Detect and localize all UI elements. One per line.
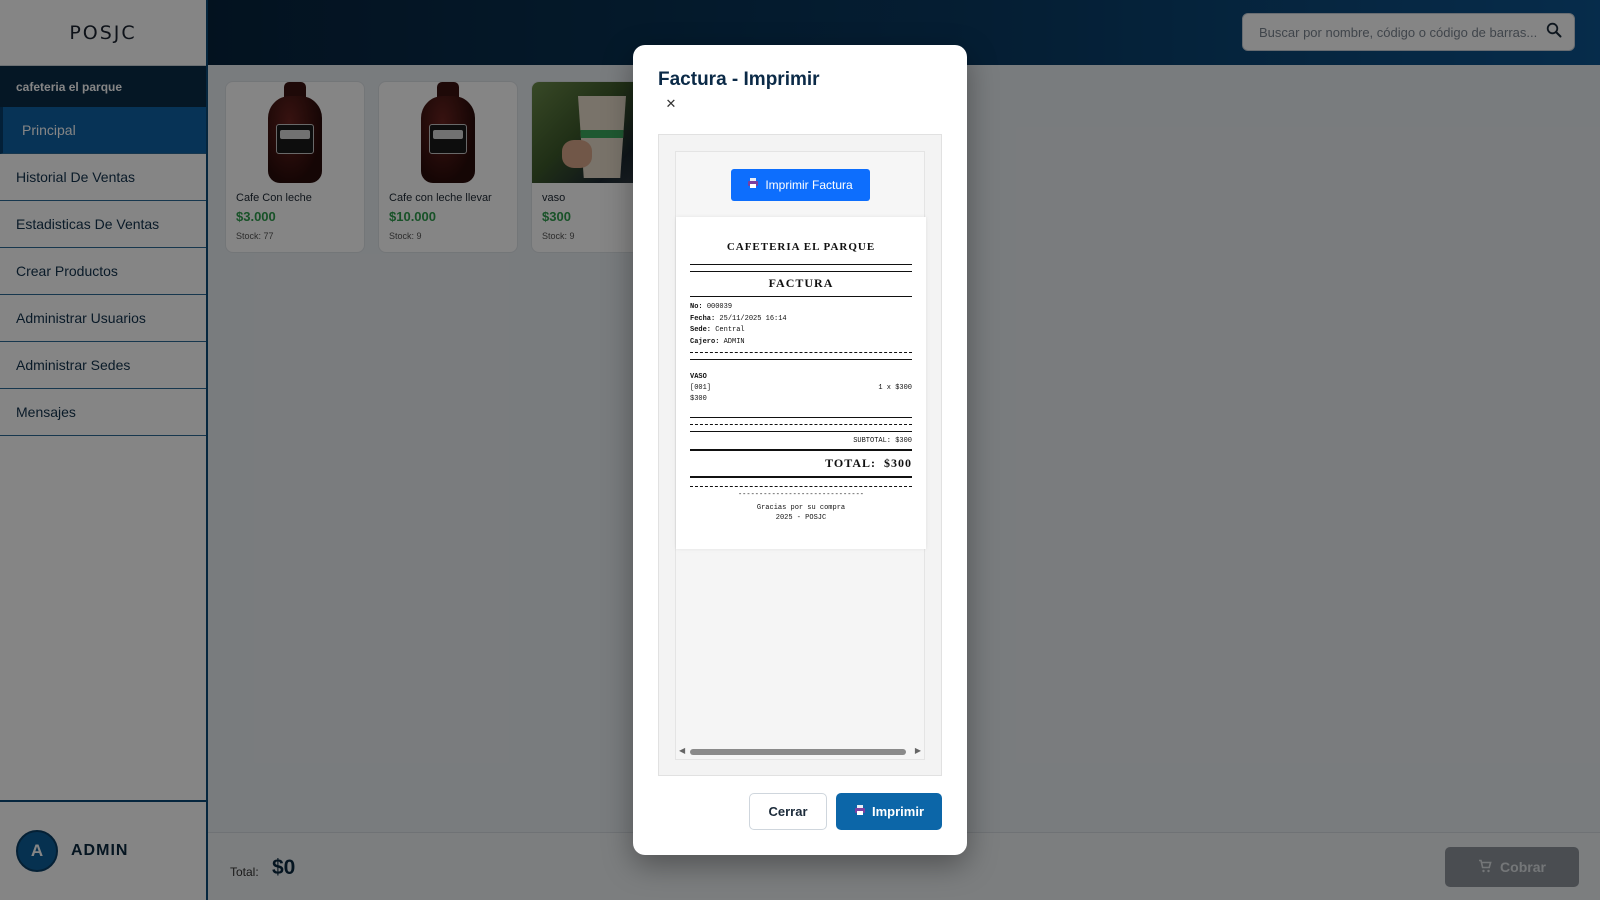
print-label: Imprimir	[871, 804, 924, 819]
invoice-frame[interactable]: Imprimir Factura CAFETERIA EL PARQUE FAC…	[675, 151, 926, 760]
print-invoice-label: Imprimir Factura	[765, 177, 853, 192]
scroll-right-icon[interactable]: ▶	[915, 746, 921, 755]
item-code: [001]	[690, 384, 712, 392]
printer-icon	[854, 804, 866, 819]
close-button[interactable]: Cerrar	[749, 793, 827, 830]
receipt-doc-type: FACTURA	[768, 276, 834, 290]
invoice-preview: Imprimir Factura CAFETERIA EL PARQUE FAC…	[658, 134, 942, 776]
divider	[690, 476, 912, 478]
print-invoice-modal: Factura - Imprimir ✕ Imprimir Factura CA…	[633, 45, 967, 855]
horizontal-scrollbar[interactable]: ◀ ▶	[676, 745, 924, 759]
receipt-total: TOTAL: $300	[825, 456, 912, 470]
modal-title: Factura - Imprimir	[658, 69, 820, 90]
item-amount: $300	[690, 395, 707, 403]
scroll-thumb[interactable]	[690, 749, 906, 755]
print-button[interactable]: Imprimir	[836, 793, 942, 830]
divider	[690, 424, 912, 425]
close-icon[interactable]: ✕	[663, 96, 679, 112]
receipt-credit: 2025 - POSJC	[775, 514, 827, 522]
receipt-subtotal: SUBTOTAL: $300	[853, 437, 912, 445]
item-name: VASO	[690, 373, 707, 381]
receipt-footer: ------------------------------ Gracias p…	[690, 487, 912, 523]
receipt-business: CAFETERIA EL PARQUE	[726, 241, 876, 253]
invoice-cashier: ADMIN	[723, 337, 745, 346]
divider	[690, 264, 912, 265]
print-invoice-button[interactable]: Imprimir Factura	[730, 168, 870, 201]
invoice-date: 25/11/2025 16:14	[719, 314, 787, 323]
printer-icon	[747, 177, 759, 192]
divider	[690, 417, 912, 418]
print-bar: Imprimir Factura	[676, 152, 924, 217]
receipt-line-item: VASO [001] 1 x $300 $300	[690, 360, 912, 417]
invoice-number: 000039	[706, 303, 733, 311]
receipt-meta: No: 000039 Fecha: 25/11/2025 16:14 Sede:…	[690, 303, 787, 346]
receipt-total-value: $300	[884, 456, 912, 470]
receipt: CAFETERIA EL PARQUE FACTURA No: 000039 F…	[676, 217, 926, 549]
divider	[690, 352, 912, 353]
receipt-thanks: Gracias por su compra	[756, 504, 846, 512]
item-qty: 1 x $300	[878, 384, 912, 392]
scroll-left-icon[interactable]: ◀	[679, 746, 685, 755]
invoice-branch: Central	[715, 326, 745, 334]
receipt-separator: ------------------------------	[737, 491, 865, 499]
